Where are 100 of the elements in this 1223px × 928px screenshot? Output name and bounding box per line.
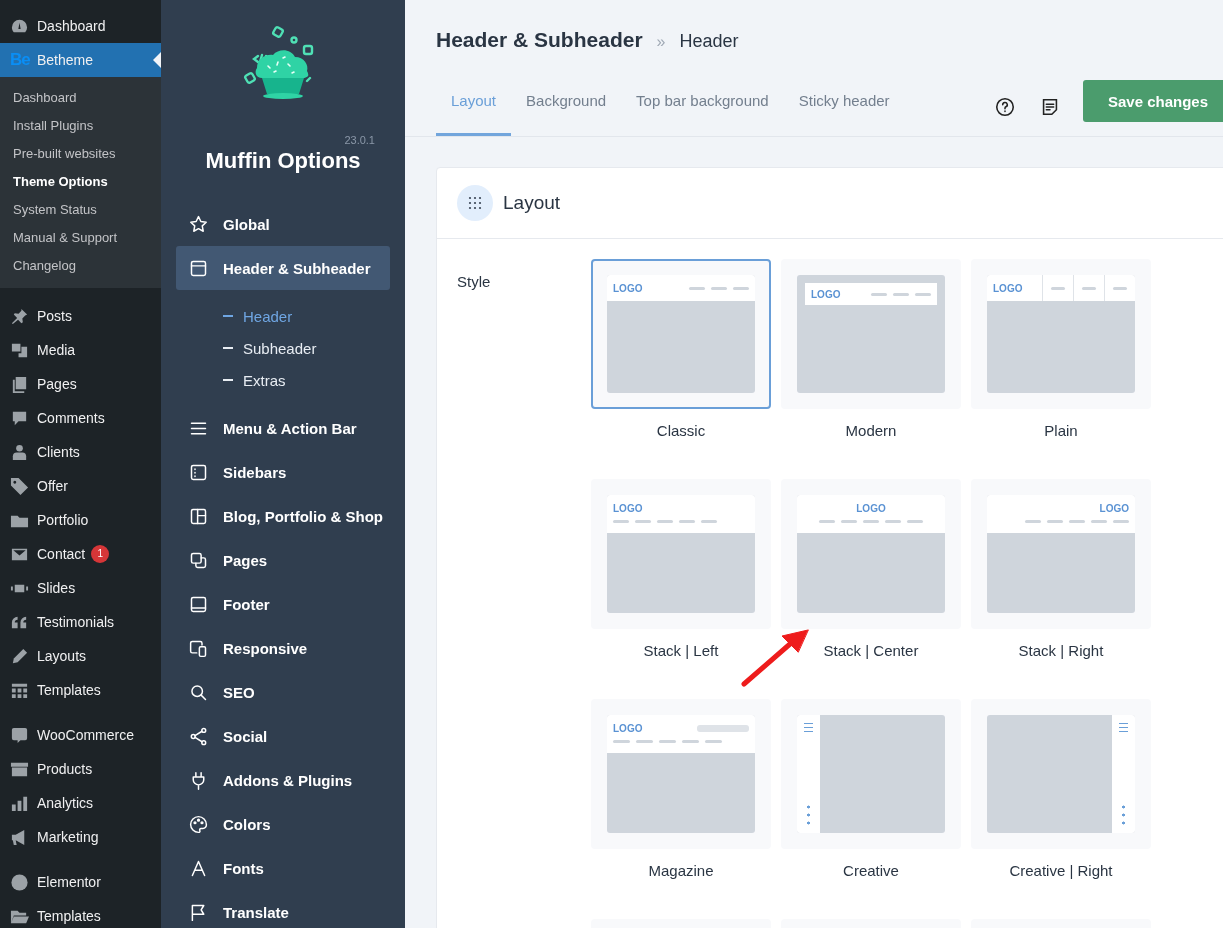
admin-menu-item[interactable]: Testimonials <box>0 605 161 639</box>
submenu-item[interactable]: System Status <box>0 196 161 224</box>
options-nav-item[interactable]: Footer <box>176 582 390 626</box>
dots-grid-icon <box>457 185 493 221</box>
admin-menu-item[interactable]: Clients <box>0 435 161 469</box>
admin-menu-item[interactable]: Layouts <box>0 639 161 673</box>
tab[interactable]: Sticky header <box>783 80 905 136</box>
admin-menu-item[interactable]: Posts <box>0 299 161 333</box>
style-option[interactable] <box>971 699 1151 849</box>
logo-text: LOGO <box>993 282 1024 294</box>
option-label: Classic <box>655 422 707 439</box>
menu-label: WooCommerce <box>37 727 134 743</box>
menu-label: Layouts <box>37 648 87 664</box>
admin-menu-item[interactable]: Offer <box>0 469 161 503</box>
subnav-label: Header <box>243 307 293 325</box>
menu-label: Dashboard <box>37 18 106 34</box>
menu-label: Contact <box>37 546 86 562</box>
admin-menu-item[interactable]: Dashboard <box>0 9 161 43</box>
submenu-item[interactable]: Manual & Support <box>0 224 161 252</box>
submenu-item[interactable]: Theme Options <box>0 168 161 196</box>
section-title: Layout <box>503 192 561 214</box>
menu-label: Templates <box>37 908 101 924</box>
menu-label: Media <box>37 342 76 358</box>
nav-label: Pages <box>223 551 268 569</box>
page-title: Header & Subheader <box>436 28 643 52</box>
admin-menu-item[interactable]: WooCommerce <box>0 718 161 752</box>
option-label: Magazine <box>647 862 715 879</box>
nav-label: Colors <box>223 815 271 833</box>
admin-menu-item[interactable]: Media <box>0 333 161 367</box>
menu-label: Clients <box>37 444 80 460</box>
admin-menu-item[interactable]: Templates <box>0 899 161 928</box>
options-nav-item[interactable]: Fonts <box>176 846 390 890</box>
options-nav-item[interactable]: Sidebars <box>176 450 390 494</box>
menu-label: Testimonials <box>37 614 115 630</box>
admin-menu-item[interactable]: Be Betheme <box>0 43 161 77</box>
options-nav-item[interactable]: Responsive <box>176 626 390 670</box>
palette-icon <box>188 813 209 835</box>
pages-icon <box>10 374 29 394</box>
options-nav-item[interactable]: Header & Subheader <box>176 246 390 290</box>
dash-icon <box>223 379 233 381</box>
options-subnav-item[interactable]: Header <box>176 300 390 332</box>
submenu-item[interactable]: Dashboard <box>0 84 161 112</box>
logo-text: LOGO <box>856 503 886 514</box>
dash-icon <box>223 315 233 317</box>
options-subnav-item[interactable]: Extras <box>176 364 390 396</box>
options-nav-item[interactable]: Blog, Portfolio & Shop <box>176 494 390 538</box>
menu-label: Posts <box>37 308 72 324</box>
field-label: Style <box>457 272 492 292</box>
logo-text: LOGO <box>613 723 643 734</box>
help-icon <box>994 96 1016 118</box>
options-nav-item[interactable]: Pages <box>176 538 390 582</box>
logo-text: LOGO <box>613 282 643 294</box>
option-label: Creative <box>842 862 900 879</box>
options-nav-item[interactable]: Social <box>176 714 390 758</box>
menu-label: Templates <box>37 682 101 698</box>
logo-text: LOGO <box>811 288 841 300</box>
nav-label: Menu & Action Bar <box>223 419 357 437</box>
nav-label: Header & Subheader <box>223 259 371 277</box>
style-option[interactable] <box>781 699 961 849</box>
tab[interactable]: Top bar background <box>621 80 784 136</box>
bubble-icon <box>10 725 29 745</box>
admin-menu-item[interactable]: Contact 1 <box>0 537 161 571</box>
admin-menu-item[interactable]: Portfolio <box>0 503 161 537</box>
options-nav-item[interactable]: Menu & Action Bar <box>176 406 390 450</box>
options-subnav-item[interactable]: Subheader <box>176 332 390 364</box>
admin-menu-item[interactable]: Templates <box>0 673 161 707</box>
submenu-item[interactable]: Pre-built websites <box>0 140 161 168</box>
submenu-item[interactable]: Install Plugins <box>0 112 161 140</box>
admin-menu-item[interactable]: Products <box>0 752 161 786</box>
admin-menu-item[interactable]: Analytics <box>0 786 161 820</box>
admin-menu-item[interactable]: Comments <box>0 401 161 435</box>
menu-label: Betheme <box>37 52 94 68</box>
menu-label: Analytics <box>37 795 94 811</box>
option-label: Stack | Center <box>822 642 920 659</box>
options-nav-item[interactable]: Translate <box>176 890 390 928</box>
submenu-item[interactable]: Changelog <box>0 252 161 280</box>
menu-label: Portfolio <box>37 512 89 528</box>
menu-label: Offer <box>37 478 68 494</box>
tab[interactable]: Background <box>511 80 622 136</box>
nav-label: Footer <box>223 595 270 613</box>
menu-label: Comments <box>37 410 105 426</box>
option-label: Creative | Right <box>1008 862 1114 879</box>
circle-icon <box>10 872 29 892</box>
admin-menu-item[interactable]: Pages <box>0 367 161 401</box>
menu-label: Products <box>37 761 93 777</box>
nav-label: Fonts <box>223 859 264 877</box>
admin-menu-item[interactable]: Slides <box>0 571 161 605</box>
pin-icon <box>10 306 29 326</box>
admin-menu-item[interactable]: Elementor <box>0 865 161 899</box>
options-nav-item[interactable]: Global <box>176 202 390 246</box>
menu-label: Marketing <box>37 829 99 845</box>
options-nav-item[interactable]: SEO <box>176 670 390 714</box>
options-nav-item[interactable]: Colors <box>176 802 390 846</box>
breadcrumb-separator: » <box>656 33 666 51</box>
logo-text: LOGO <box>1099 503 1129 514</box>
version-label: 23.0.1 <box>344 134 375 146</box>
admin-menu-item[interactable]: Marketing <box>0 820 161 854</box>
pencil-icon <box>10 646 29 666</box>
options-nav-item[interactable]: Addons & Plugins <box>176 758 390 802</box>
subnav-label: Extras <box>243 371 286 389</box>
